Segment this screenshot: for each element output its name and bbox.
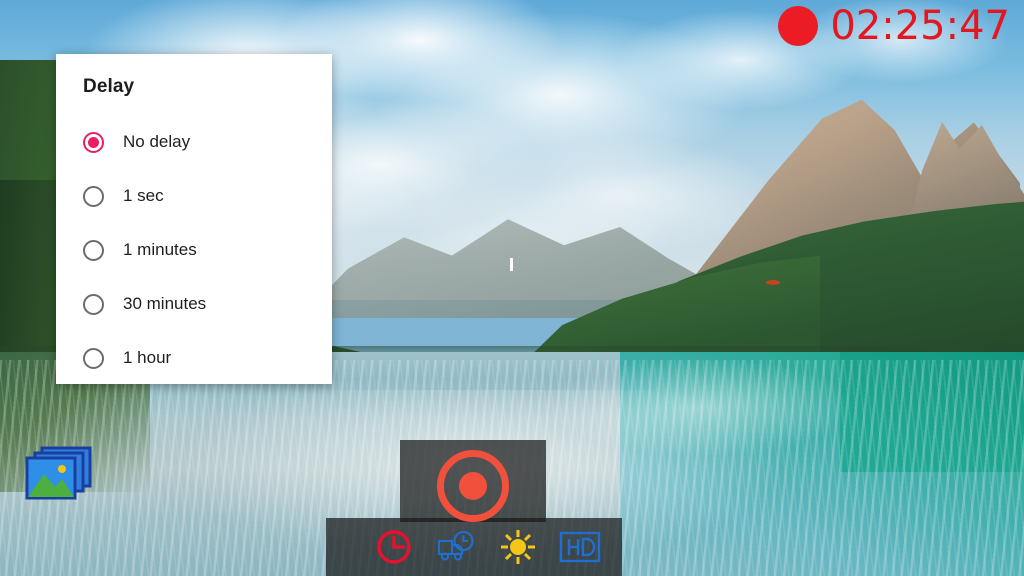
camera-screen: 02:25:47 Delay No delay 1 sec 1 minutes … [0, 0, 1024, 576]
radio-icon-selected[interactable] [83, 131, 104, 153]
recording-status-bar: 02:25:47 [778, 6, 1010, 46]
dialog-title: Delay [83, 76, 135, 97]
gallery-button[interactable] [22, 446, 94, 504]
brightness-button[interactable] [497, 526, 539, 568]
delay-option-list: No delay 1 sec 1 minutes 30 minutes 1 ho… [56, 115, 332, 385]
record-button[interactable] [437, 450, 509, 522]
canoe [766, 280, 780, 285]
clock-icon [377, 530, 411, 564]
radio-icon[interactable] [83, 293, 104, 315]
photo-stack-icon [25, 446, 92, 500]
radio-icon[interactable] [83, 347, 104, 369]
record-button-core [459, 472, 487, 500]
sailboat [510, 258, 513, 271]
radio-icon[interactable] [83, 185, 104, 207]
delay-option-30-minutes[interactable]: 30 minutes [56, 277, 332, 331]
recording-elapsed-time: 02:25:47 [830, 3, 1010, 49]
time-lapse-button[interactable] [435, 526, 477, 568]
delay-button[interactable] [373, 526, 415, 568]
delay-option-1-hour[interactable]: 1 hour [56, 331, 332, 385]
delay-dialog: Delay No delay 1 sec 1 minutes 30 minute… [56, 54, 332, 384]
truck-clock-icon [437, 530, 474, 561]
radio-icon[interactable] [83, 239, 104, 261]
delay-option-1-minutes[interactable]: 1 minutes [56, 223, 332, 277]
record-dot-icon [778, 6, 819, 46]
delay-option-label: 1 sec [123, 186, 164, 205]
hd-badge-icon [559, 531, 601, 563]
bottom-toolbar [326, 518, 622, 576]
delay-option-1-sec[interactable]: 1 sec [56, 169, 332, 223]
delay-option-no-delay[interactable]: No delay [56, 115, 332, 169]
delay-option-label: 1 minutes [123, 240, 197, 259]
hd-quality-button[interactable] [559, 526, 601, 568]
delay-option-label: 1 hour [123, 348, 172, 367]
sun-icon [501, 530, 535, 564]
delay-option-label: 30 minutes [123, 294, 207, 313]
delay-option-label: No delay [123, 132, 191, 151]
